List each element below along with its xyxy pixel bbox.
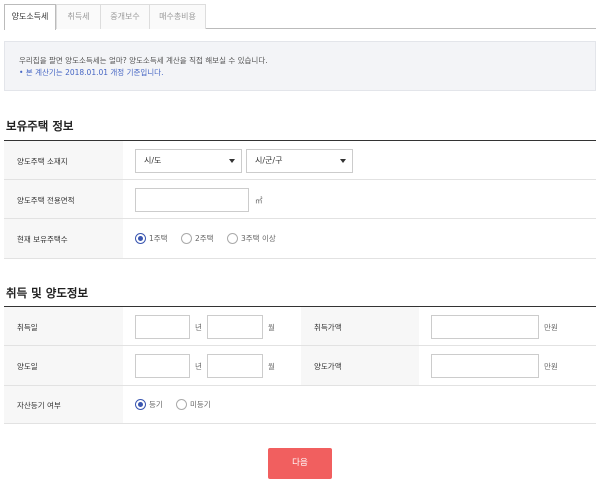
sido-select-value: 시/도 (144, 156, 162, 165)
radio-one-house-label: 1주택 (149, 234, 168, 243)
transfer-price-input[interactable] (431, 354, 539, 378)
radio-selected-icon (135, 233, 146, 244)
radio-registered-label: 등기 (149, 400, 163, 409)
tab-brokerage-fee[interactable]: 중개보수 (100, 4, 150, 29)
radio-selected-icon (135, 399, 146, 410)
radio-unselected-icon (176, 399, 187, 410)
transfer-price-label: 양도가액 (314, 362, 342, 371)
acquisition-date-label: 취득일 (17, 323, 38, 332)
transfer-date-label: 양도일 (17, 362, 38, 371)
location-label: 양도주택 소재지 (17, 157, 68, 166)
row-divider (4, 218, 596, 219)
acquisition-price-label: 취득가액 (314, 323, 342, 332)
radio-unselected-icon (181, 233, 192, 244)
price-unit: 만원 (544, 362, 558, 371)
area-input[interactable] (135, 188, 249, 212)
section-title-housing-info: 보유주택 정보 (6, 119, 74, 133)
notice-box: 우리집을 팔면 양도소득세는 얼마? 양도소득세 계산을 직접 해보실 수 있습… (4, 41, 596, 91)
tab-bar: 양도소득세 취득세 중개보수 매수총비용 (4, 4, 596, 30)
next-button[interactable]: 다음 (268, 448, 332, 479)
radio-one-house[interactable]: 1주택 (135, 233, 168, 244)
transfer-month-input[interactable] (207, 354, 263, 378)
row-divider (4, 423, 596, 424)
notice-revision-note: • 본 계산기는 2018.01.01 개정 기준입니다. (19, 68, 164, 77)
acquisition-year-input[interactable] (135, 315, 190, 339)
housing-count-label: 현재 보유주택수 (17, 235, 68, 244)
section-title-acquisition-transfer-info: 취득 및 양도정보 (6, 286, 89, 300)
acquisition-month-input[interactable] (207, 315, 263, 339)
chevron-down-icon (340, 159, 346, 163)
sigungu-select[interactable]: 시/군/구 (246, 149, 353, 173)
row-divider (4, 385, 596, 386)
sigungu-select-value: 시/군/구 (255, 156, 283, 165)
sido-select[interactable]: 시/도 (135, 149, 242, 173)
radio-three-plus-houses[interactable]: 3주택 이상 (227, 233, 276, 244)
notice-text: 우리집을 팔면 양도소득세는 얼마? 양도소득세 계산을 직접 해보실 수 있습… (19, 56, 268, 65)
radio-two-houses-label: 2주택 (195, 234, 214, 243)
radio-two-houses[interactable]: 2주택 (181, 233, 214, 244)
tab-acquisition-tax[interactable]: 취득세 (56, 4, 101, 29)
area-label: 양도주택 전용면적 (17, 196, 75, 205)
label-column-price (301, 307, 419, 385)
radio-unselected-icon (227, 233, 238, 244)
tab-transfer-tax[interactable]: 양도소득세 (4, 4, 56, 30)
month-unit: 월 (268, 323, 275, 332)
transfer-year-input[interactable] (135, 354, 190, 378)
tab-total-purchase-cost[interactable]: 매수총비용 (149, 4, 206, 29)
row-divider (4, 179, 596, 180)
radio-three-plus-houses-label: 3주택 이상 (241, 234, 276, 243)
chevron-down-icon (229, 159, 235, 163)
area-unit: ㎡ (255, 196, 263, 205)
year-unit: 년 (195, 362, 202, 371)
acquisition-price-input[interactable] (431, 315, 539, 339)
row-divider (4, 258, 596, 259)
radio-unregistered-label: 미등기 (190, 400, 211, 409)
year-unit: 년 (195, 323, 202, 332)
registration-label: 자산등기 여부 (17, 401, 61, 410)
month-unit: 월 (268, 362, 275, 371)
row-divider (4, 345, 596, 346)
price-unit: 만원 (544, 323, 558, 332)
radio-unregistered[interactable]: 미등기 (176, 399, 211, 410)
radio-registered[interactable]: 등기 (135, 399, 163, 410)
